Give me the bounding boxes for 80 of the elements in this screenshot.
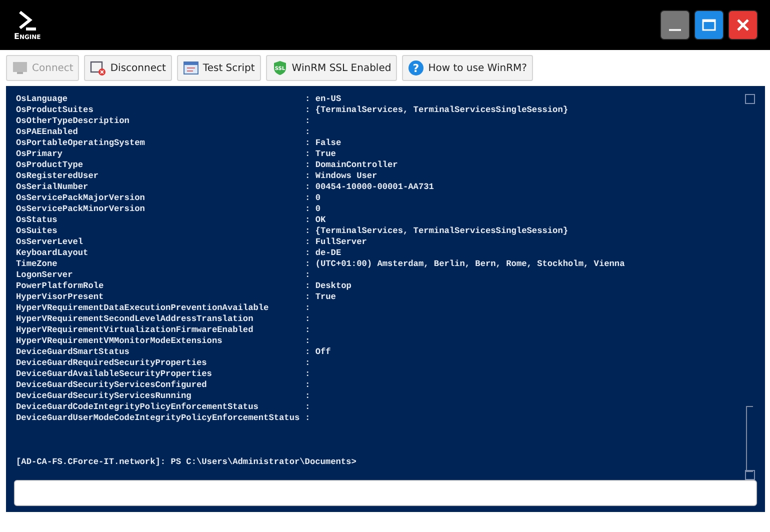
property-value: : de-DE [305, 248, 342, 259]
property-value: : [305, 127, 310, 138]
property-name: OsProductType [16, 160, 84, 171]
minimize-icon [669, 29, 681, 31]
property-name: HyperVRequirementVMMonitorModeExtensions [16, 336, 224, 347]
scroll-down-button[interactable] [745, 470, 755, 480]
property-name: OsLanguage [16, 94, 69, 105]
property-value: : [305, 391, 310, 402]
property-value: : en-US [305, 94, 342, 105]
property-name: OsProductSuites [16, 105, 94, 116]
property-value: : [305, 358, 310, 369]
property-name: DeviceGuardSecurityServicesConfigured [16, 380, 208, 391]
property-value: : [305, 369, 310, 380]
scroll-up-button[interactable] [745, 94, 755, 104]
property-value: : [305, 116, 310, 127]
toolbar-button[interactable]: Test Script [176, 55, 261, 81]
command-input[interactable] [14, 480, 757, 506]
property-name: DeviceGuardCodeIntegrityPolicyEnforcementStatus [16, 402, 260, 413]
close-button[interactable] [728, 10, 758, 40]
property-value: : 0 [305, 193, 320, 204]
property-value: : 00454-10000-00001-AA731 [305, 182, 434, 193]
property-value: : DomainController [305, 160, 398, 171]
property-value: : FullServer [305, 237, 367, 248]
property-value: : [305, 336, 310, 347]
disconnect-icon [90, 60, 106, 76]
property-value: : True [305, 292, 336, 303]
property-name: HyperVRequirementDataExecutionPreventionAvailable [16, 303, 270, 314]
property-name: HyperVRequirementSecondLevelAddressTranslation [16, 314, 254, 325]
property-name: OsSerialNumber [16, 182, 90, 193]
property-value: : [305, 380, 310, 391]
property-value: : Desktop [305, 281, 352, 292]
property-name: OsPAEEnabled [16, 127, 79, 138]
property-name: PowerPlatformRole [16, 281, 105, 292]
close-icon [735, 17, 751, 33]
property-name: DeviceGuardSecurityServicesRunning [16, 391, 192, 402]
scrollbar-thumb[interactable] [746, 406, 753, 472]
property-value: : Windows User [305, 171, 378, 182]
property-name: TimeZone [16, 259, 58, 270]
property-name: DeviceGuardUserModeCodeIntegrityPolicyEnforcementStatus [16, 413, 301, 424]
property-name: DeviceGuardRequiredSecurityProperties [16, 358, 208, 369]
property-value: : True [305, 149, 336, 160]
property-value: : OK [305, 215, 326, 226]
property-name: OsOtherTypeDescription [16, 116, 130, 127]
help-icon: ? [408, 60, 424, 76]
property-name: OsStatus [16, 215, 58, 226]
property-value: : [305, 314, 310, 325]
property-name: LogonServer [16, 270, 74, 281]
property-name: OsServerLevel [16, 237, 84, 248]
property-name: HyperVRequirementVirtualizationFirmwareEnabled [16, 325, 254, 336]
property-value: : [305, 325, 310, 336]
property-value: : {TerminalServices, TerminalServicesSingleSession} [305, 226, 568, 237]
property-value: : Off [305, 347, 331, 358]
toolbar-button[interactable]: ? How to use WinRM? [402, 55, 533, 81]
property-value: : [305, 303, 310, 314]
property-name: OsPrimary [16, 149, 64, 160]
property-name: OsSuites [16, 226, 58, 237]
maximize-icon [701, 17, 717, 33]
property-name: KeyboardLayout [16, 248, 90, 259]
property-name: OsServicePackMinorVersion [16, 204, 146, 215]
property-name: HyperVisorPresent [16, 292, 105, 303]
property-value: : False [305, 138, 342, 149]
window-icon [182, 60, 199, 76]
property-value: : 0 [305, 204, 320, 215]
monitor-icon [12, 60, 28, 76]
property-value: : [305, 402, 310, 413]
logo-text: Engine [14, 32, 41, 40]
property-name: DeviceGuardAvailableSecurityProperties [16, 369, 213, 380]
maximize-button[interactable] [694, 10, 724, 40]
sigma-logo-icon [16, 10, 38, 32]
property-value: : {TerminalServices, TerminalServicesSingleSession} [305, 105, 568, 116]
property-value: : (UTC+01:00) Amsterdam, Berlin, Bern, Rome, Stockholm, Vienna [305, 259, 625, 270]
property-name: OsRegisteredUser [16, 171, 100, 182]
console-prompt: [AD-CA-FS.CForce-IT.network]: PS C:\Users\Administrator\Documents> [16, 457, 356, 467]
property-value: : [305, 413, 310, 424]
toolbar-button[interactable]: Disconnect [84, 55, 172, 81]
property-name: DeviceGuardSmartStatus [16, 347, 130, 358]
property-value: : [305, 270, 310, 281]
property-name: OsPortableOperatingSystem [16, 138, 146, 149]
property-name: OsServicePackMajorVersion [16, 193, 146, 204]
minimize-button[interactable] [660, 10, 690, 40]
